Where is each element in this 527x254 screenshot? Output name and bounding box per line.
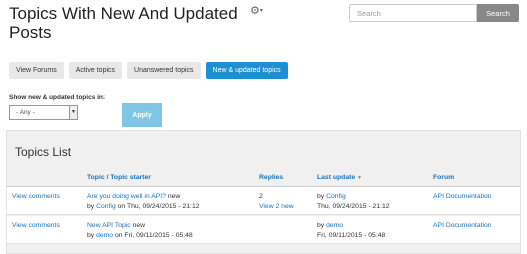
forum-cell: API Documentation [433, 192, 492, 202]
topic-status-icon[interactable]: View comments [12, 221, 60, 231]
topic-cell: New API Topic new by demo on Fri, 09/11/… [87, 221, 193, 241]
last-update-cell: by demo Fri, 09/11/2015 - 05:48 [317, 221, 385, 241]
chevron-down-icon: ▼ [69, 106, 77, 119]
gear-icon[interactable]: ⚙▾ [250, 4, 263, 17]
replies-cell: 2 View 2 new [259, 192, 294, 212]
new-marker: new [167, 193, 181, 200]
table-row: View comments New API Topic new by demo … [7, 216, 520, 244]
last-user-link[interactable]: demo [326, 222, 343, 229]
last-update-cell: by Config Thu, 09/24/2015 - 21:12 [317, 192, 390, 212]
column-topic[interactable]: Topic / Topic starter [87, 174, 151, 181]
tab-unanswered-topics[interactable]: Unanswered topics [127, 62, 201, 79]
forum-select[interactable]: - Any - ▼ [9, 105, 78, 120]
search-button[interactable]: Search [477, 4, 519, 22]
chevron-down-icon: ▾ [259, 8, 263, 14]
last-by-prefix: by [317, 222, 325, 229]
started-on: on Fri, 09/11/2015 - 05:48 [114, 232, 193, 239]
by-prefix: by [87, 232, 95, 239]
column-last-update[interactable]: Last update ▼ [317, 174, 362, 181]
topic-starter-link[interactable]: Config [96, 203, 116, 210]
forum-link[interactable]: API Documentation [433, 193, 492, 200]
apply-button[interactable]: Apply [122, 103, 162, 127]
forum-select-value: - Any - [16, 109, 35, 116]
tab-view-forums[interactable]: View Forums [9, 62, 64, 79]
last-user-link[interactable]: Config [326, 193, 346, 200]
tab-new-updated-topics[interactable]: New & updated topics [205, 62, 288, 79]
forum-link[interactable]: API Documentation [433, 222, 492, 229]
column-replies[interactable]: Replies [259, 174, 283, 181]
new-marker: new [132, 222, 146, 229]
column-forum[interactable]: Forum [433, 174, 454, 181]
topics-panel: Topics List Topic / Topic starter Replie… [6, 130, 521, 254]
topic-status-icon[interactable]: View comments [12, 192, 60, 202]
column-last-update-label: Last update [317, 174, 356, 181]
last-update-date: Thu, 09/24/2015 - 21:12 [317, 203, 390, 210]
topic-link[interactable]: Are you doing well in API? [87, 193, 166, 200]
topic-starter-link[interactable]: demo [96, 232, 113, 239]
table-row: View comments Are you doing well in API?… [7, 187, 520, 215]
filter-label: Show new & updated topics in: [9, 94, 106, 101]
forum-cell: API Documentation [433, 221, 492, 231]
topic-cell: Are you doing well in API? new by Config… [87, 192, 200, 212]
last-by-prefix: by [317, 193, 325, 200]
topic-link[interactable]: New API Topic [87, 222, 131, 229]
last-update-date: Fri, 09/11/2015 - 05:48 [317, 232, 386, 239]
view-new-replies-link[interactable]: View 2 new [259, 203, 294, 210]
started-on: on Thu, 09/24/2015 - 21:12 [117, 203, 200, 210]
forum-tabs: View Forums Active topics Unanswered top… [9, 62, 293, 79]
topics-list-title: Topics List [15, 145, 72, 159]
tab-active-topics[interactable]: Active topics [68, 62, 123, 79]
reply-count: 2 [259, 193, 263, 200]
sort-descending-icon: ▼ [357, 175, 362, 181]
search-input[interactable] [349, 4, 477, 22]
page-title: Topics With New And Updated Posts [9, 4, 238, 42]
by-prefix: by [87, 203, 95, 210]
